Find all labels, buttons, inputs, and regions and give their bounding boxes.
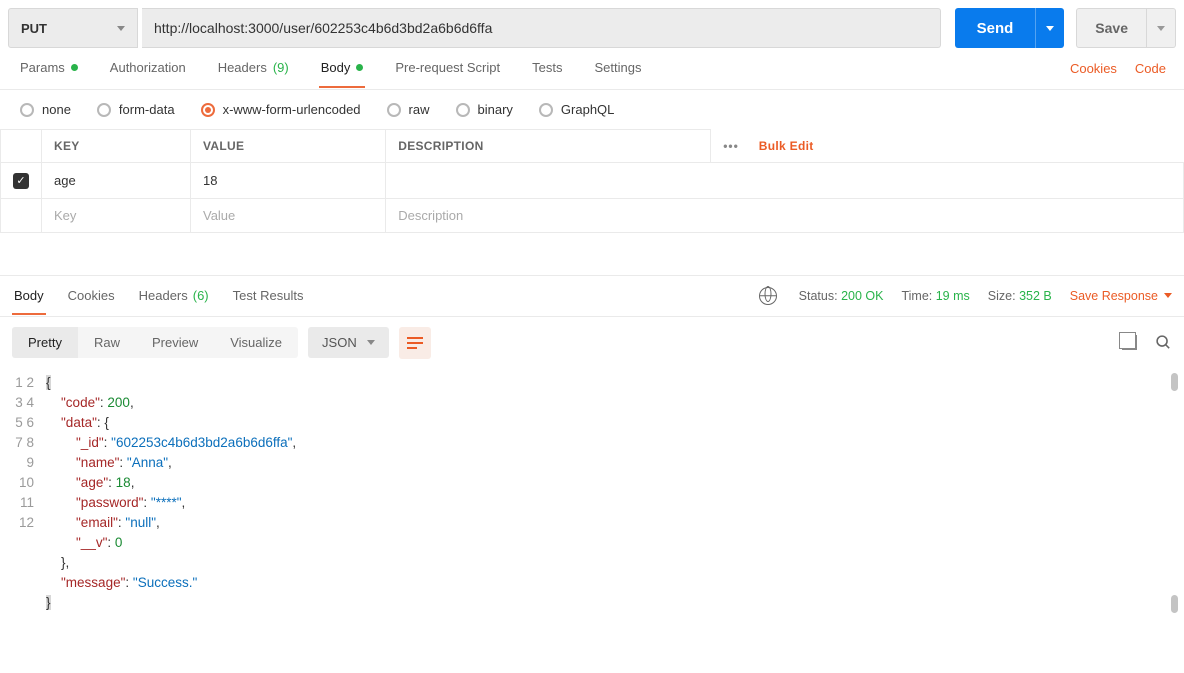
status-value: 200 OK (841, 289, 883, 303)
radio-icon (97, 103, 111, 117)
kv-key-header: KEY (42, 130, 191, 163)
method-select[interactable]: PUT (8, 8, 138, 48)
tab-headers[interactable]: Headers (9) (216, 50, 291, 87)
resp-tab-headers[interactable]: Headers (6) (137, 277, 211, 314)
cookies-link[interactable]: Cookies (1070, 61, 1117, 76)
radio-icon (456, 103, 470, 117)
kv-desc-cell[interactable] (386, 163, 1184, 199)
line-gutter: 1 2 3 4 5 6 7 8 9 10 11 12 (12, 373, 46, 613)
bodytype-raw[interactable]: raw (387, 102, 430, 117)
size-label: Size: (988, 289, 1016, 303)
view-pretty[interactable]: Pretty (12, 327, 78, 358)
kv-key-cell[interactable]: age (42, 163, 191, 199)
time-label: Time: (901, 289, 932, 303)
status-dot-icon (71, 64, 78, 71)
response-body[interactable]: { "code": 200, "data": { "_id": "602253c… (46, 373, 1172, 613)
bodytype-urlencoded[interactable]: x-www-form-urlencoded (201, 102, 361, 117)
more-actions-icon[interactable]: ••• (723, 139, 739, 153)
resp-tab-body[interactable]: Body (12, 277, 46, 314)
time-value: 19 ms (936, 289, 970, 303)
bodytype-graphql[interactable]: GraphQL (539, 102, 614, 117)
checkbox-checked-icon[interactable]: ✓ (13, 173, 29, 189)
view-visualize[interactable]: Visualize (214, 327, 298, 358)
tab-params[interactable]: Params (18, 50, 80, 87)
caret-down-icon (1157, 26, 1165, 31)
caret-down-icon (1164, 293, 1172, 298)
view-preview[interactable]: Preview (136, 327, 214, 358)
send-options-button[interactable] (1035, 8, 1064, 48)
url-input[interactable]: http://localhost:3000/user/602253c4b6d3b… (142, 8, 941, 48)
radio-icon (387, 103, 401, 117)
tab-authorization[interactable]: Authorization (108, 50, 188, 87)
resp-tab-testresults[interactable]: Test Results (231, 277, 306, 314)
caret-down-icon (1046, 26, 1054, 31)
status-dot-icon (356, 64, 363, 71)
tab-tests[interactable]: Tests (530, 50, 564, 87)
kv-desc-input[interactable]: Description (386, 198, 1184, 232)
status-label: Status: (799, 289, 838, 303)
globe-icon[interactable] (759, 287, 777, 305)
radio-icon (20, 103, 34, 117)
wrap-icon (407, 337, 423, 349)
wrap-lines-button[interactable] (399, 327, 431, 359)
kv-desc-header: DESCRIPTION (386, 130, 711, 163)
method-value: PUT (21, 21, 47, 36)
bodytype-formdata[interactable]: form-data (97, 102, 175, 117)
search-icon[interactable] (1155, 334, 1172, 351)
caret-down-icon (117, 26, 125, 31)
bulk-edit-link[interactable]: Bulk Edit (759, 139, 814, 153)
scrollbar-thumb[interactable] (1171, 373, 1178, 391)
save-button[interactable]: Save (1076, 8, 1147, 48)
caret-down-icon (367, 340, 375, 345)
save-options-button[interactable] (1147, 8, 1176, 48)
kv-checkbox-header (1, 130, 42, 163)
kv-value-header: VALUE (190, 130, 385, 163)
language-select[interactable]: JSON (308, 327, 389, 358)
kv-value-cell[interactable]: 18 (190, 163, 385, 199)
view-raw[interactable]: Raw (78, 327, 136, 358)
tab-settings[interactable]: Settings (592, 50, 643, 87)
tab-body[interactable]: Body (319, 50, 366, 87)
bodytype-binary[interactable]: binary (456, 102, 513, 117)
table-row: Key Value Description (1, 198, 1184, 232)
table-row: ✓ age 18 (1, 163, 1184, 199)
resp-tab-cookies[interactable]: Cookies (66, 277, 117, 314)
save-response-button[interactable]: Save Response (1070, 289, 1172, 303)
tab-prerequest[interactable]: Pre-request Script (393, 50, 502, 87)
kv-value-input[interactable]: Value (190, 198, 385, 232)
kv-key-input[interactable]: Key (42, 198, 191, 232)
radio-icon (201, 103, 215, 117)
radio-icon (539, 103, 553, 117)
copy-icon[interactable] (1122, 335, 1137, 350)
scrollbar-thumb[interactable] (1171, 595, 1178, 613)
bodytype-none[interactable]: none (20, 102, 71, 117)
code-link[interactable]: Code (1135, 61, 1166, 76)
send-button[interactable]: Send (955, 8, 1036, 48)
size-value: 352 B (1019, 289, 1052, 303)
